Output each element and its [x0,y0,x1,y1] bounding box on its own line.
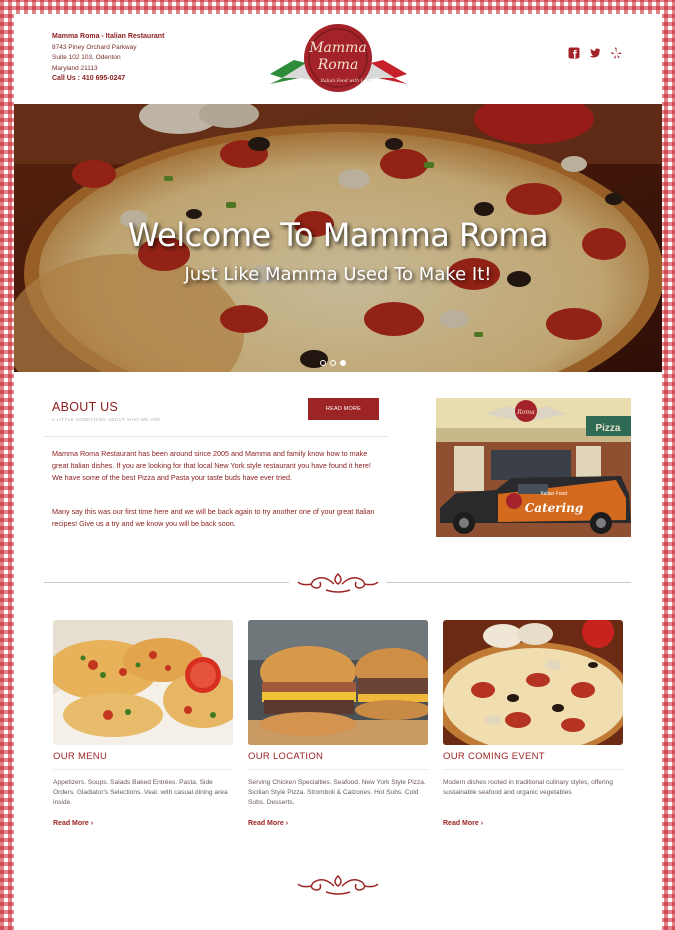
hero-title: Welcome To Mamma Roma [127,216,549,254]
about-tagline: A LITTLE SOMETHING ABOUT WHO WE ARE [52,417,161,422]
twitter-icon[interactable] [589,46,601,58]
sign-text: Pizza [595,423,620,434]
slider-dots [320,360,346,366]
read-more-link-menu[interactable]: Read More › [53,820,93,827]
divider-line [44,582,289,583]
address-line-2: Suite 102 103, Odenton [52,54,121,61]
card-title-event[interactable]: OUR COMING EVENT [443,751,545,762]
card-text-event: Modern dishes rooted in traditional culi… [443,779,613,796]
photo-logo-text: Roma [516,409,535,416]
about-paragraph-2: Many say this was our first time here an… [52,507,375,528]
facebook-icon[interactable] [568,46,580,59]
van-catering-text: Catering [525,501,584,515]
logo[interactable]: Mamma Roma Italian Food with Love [266,22,411,96]
social-links [568,46,622,59]
phone-number[interactable]: Call Us : 410 695-0247 [52,74,164,85]
event-image[interactable] [443,620,623,745]
slider-dot[interactable] [320,360,326,366]
header: Mamma Roma - Italian Restaurant 8743 Pin… [14,14,662,104]
ornament-icon [297,874,379,895]
divider [44,436,388,437]
restaurant-name: Mamma Roma - Italian Restaurant [52,33,165,40]
card-text-menu: Appetizers. Soups. Salads Baked Entrées.… [53,779,228,806]
card-title-menu[interactable]: OUR MENU [53,751,107,762]
read-more-link-event[interactable]: Read More › [443,820,483,827]
location-image[interactable] [248,620,428,745]
card-title-location[interactable]: OUR LOCATION [248,751,323,762]
logo-tagline: Italian Food with Love [319,78,371,84]
van-small-text: Italian Food [541,491,567,497]
divider [248,769,428,770]
hero-subtitle: Just Like Mamma Used To Make It! [184,264,492,285]
read-more-button[interactable]: READ MORE [308,398,379,420]
yelp-icon[interactable] [610,46,622,59]
restaurant-photo: Pizza Roma Catering Italian Food [436,398,631,537]
logo-text-1: Mamma [308,40,367,56]
divider [443,769,623,770]
slider-dot[interactable] [330,360,336,366]
about-title: ABOUT US [52,400,119,414]
card-text-location: Serving Chicken Specialties. Seafood. Ne… [248,779,426,806]
divider-line [386,582,631,583]
ornament-icon [297,572,379,593]
slider-dot-active[interactable] [340,360,346,366]
menu-image[interactable] [53,620,233,745]
read-more-link-location[interactable]: Read More › [248,820,288,827]
logo-text-2: Roma [317,57,359,73]
divider [53,769,233,770]
hero-slider[interactable]: Welcome To Mamma Roma Just Like Mamma Us… [14,104,662,372]
contact-info: Mamma Roma - Italian Restaurant 8743 Pin… [52,32,164,85]
about-paragraph-1: Mamma Roma Restaurant has been around si… [52,449,371,482]
address-line-1: 8743 Piney Orchard Parkway [52,43,137,51]
page: Mamma Roma - Italian Restaurant 8743 Pin… [14,14,662,930]
address-line-3: Maryland 21113 [52,64,98,72]
